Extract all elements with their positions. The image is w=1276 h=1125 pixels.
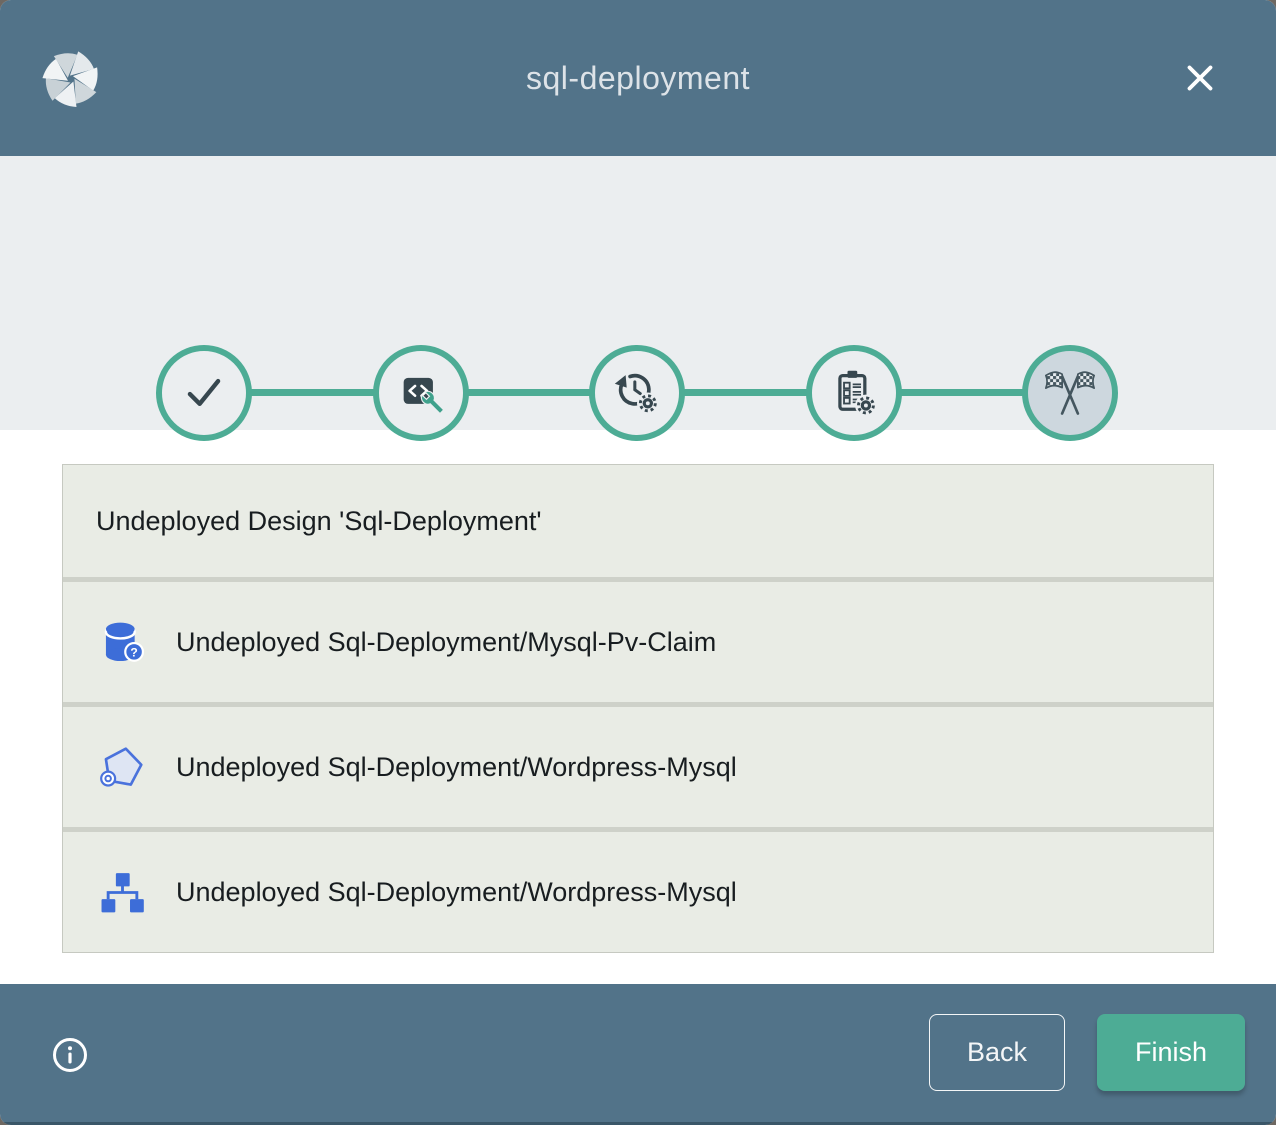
deployment-dialog: sql-deployment Validate Design [0, 0, 1276, 1125]
clipboard-gear-icon [828, 367, 880, 419]
pentagon-badge-icon [96, 741, 149, 794]
code-window-wrench-icon [395, 367, 447, 419]
status-row-text: Undeployed Sql-Deployment/Wordpress-Mysq… [176, 752, 737, 783]
dialog-header: sql-deployment [0, 0, 1276, 156]
check-icon [178, 367, 230, 419]
status-row-text: Undeployed Sql-Deployment/Mysql-Pv-Claim [176, 627, 716, 658]
status-header-text: Undeployed Design 'Sql-Deployment' [96, 506, 542, 537]
finish-button[interactable]: Finish [1097, 1014, 1245, 1091]
status-row-wordpress-mysql-1: Undeployed Sql-Deployment/Wordpress-Mysq… [63, 707, 1213, 827]
status-row-wordpress-mysql-2: Undeployed Sql-Deployment/Wordpress-Mysq… [63, 832, 1213, 952]
deployment-stepper: Validate Design Identify Environments [0, 156, 1276, 430]
svg-text:?: ? [130, 645, 137, 659]
status-row-text: Undeployed Sql-Deployment/Wordpress-Mysq… [176, 877, 737, 908]
database-question-icon: ? [96, 616, 149, 669]
close-icon [1179, 57, 1221, 99]
dialog-title: sql-deployment [0, 0, 1276, 156]
info-icon [50, 1035, 90, 1075]
back-button[interactable]: Back [929, 1014, 1065, 1091]
refresh-gear-icon [611, 367, 663, 419]
deployment-status-card: Undeployed Design 'Sql-Deployment' ? Und… [62, 464, 1214, 953]
info-button[interactable] [48, 1033, 92, 1077]
checkered-flags-icon [1041, 364, 1099, 422]
hierarchy-icon [96, 866, 149, 919]
dialog-content: Undeployed Design 'Sql-Deployment' ? Und… [0, 430, 1276, 984]
dialog-footer: Back Finish [0, 984, 1276, 1125]
close-button[interactable] [1170, 48, 1230, 108]
status-header-row: Undeployed Design 'Sql-Deployment' [63, 465, 1213, 577]
status-row-mysql-pv-claim: ? Undeployed Sql-Deployment/Mysql-Pv-Cla… [63, 582, 1213, 702]
